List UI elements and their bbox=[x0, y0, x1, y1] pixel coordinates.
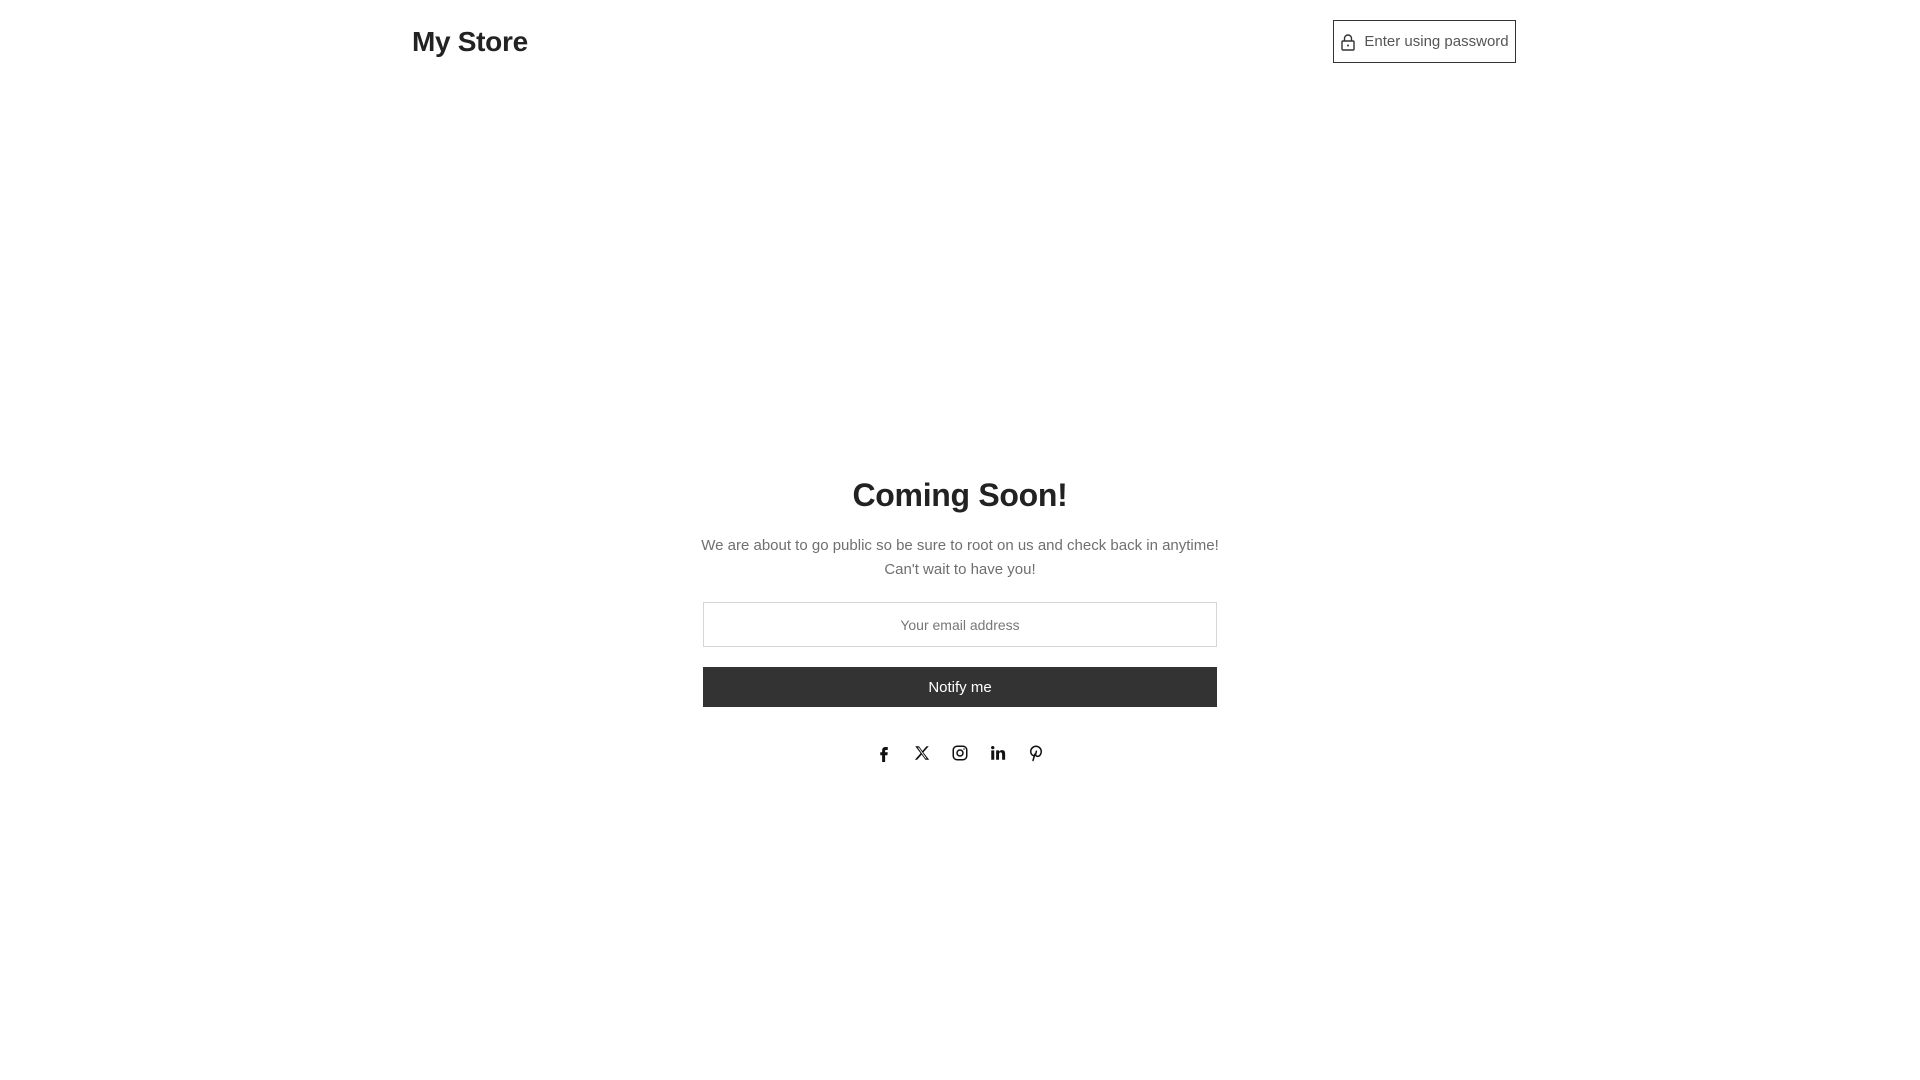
instagram-icon[interactable] bbox=[949, 742, 971, 764]
enter-password-button[interactable]: Enter using password bbox=[1333, 20, 1516, 63]
store-logo[interactable]: My Store bbox=[412, 24, 528, 60]
coming-soon-section: Coming Soon! We are about to go public s… bbox=[0, 470, 1920, 764]
social-links bbox=[873, 742, 1047, 764]
description-line-1: We are about to go public so be sure to … bbox=[701, 537, 1219, 554]
enter-password-label: Enter using password bbox=[1364, 33, 1509, 50]
page-description: We are about to go public so be sure to … bbox=[701, 534, 1219, 582]
notify-me-button[interactable]: Notify me bbox=[703, 667, 1217, 707]
x-icon[interactable] bbox=[911, 742, 933, 764]
facebook-icon[interactable] bbox=[873, 742, 895, 764]
site-header: My Store Enter using password bbox=[0, 0, 1920, 86]
linkedin-icon[interactable] bbox=[987, 742, 1009, 764]
email-input[interactable] bbox=[703, 602, 1217, 647]
pinterest-icon[interactable] bbox=[1025, 742, 1047, 764]
description-line-2: Can't wait to have you! bbox=[884, 561, 1036, 578]
lock-icon bbox=[1340, 33, 1356, 51]
page-title: Coming Soon! bbox=[852, 477, 1068, 513]
